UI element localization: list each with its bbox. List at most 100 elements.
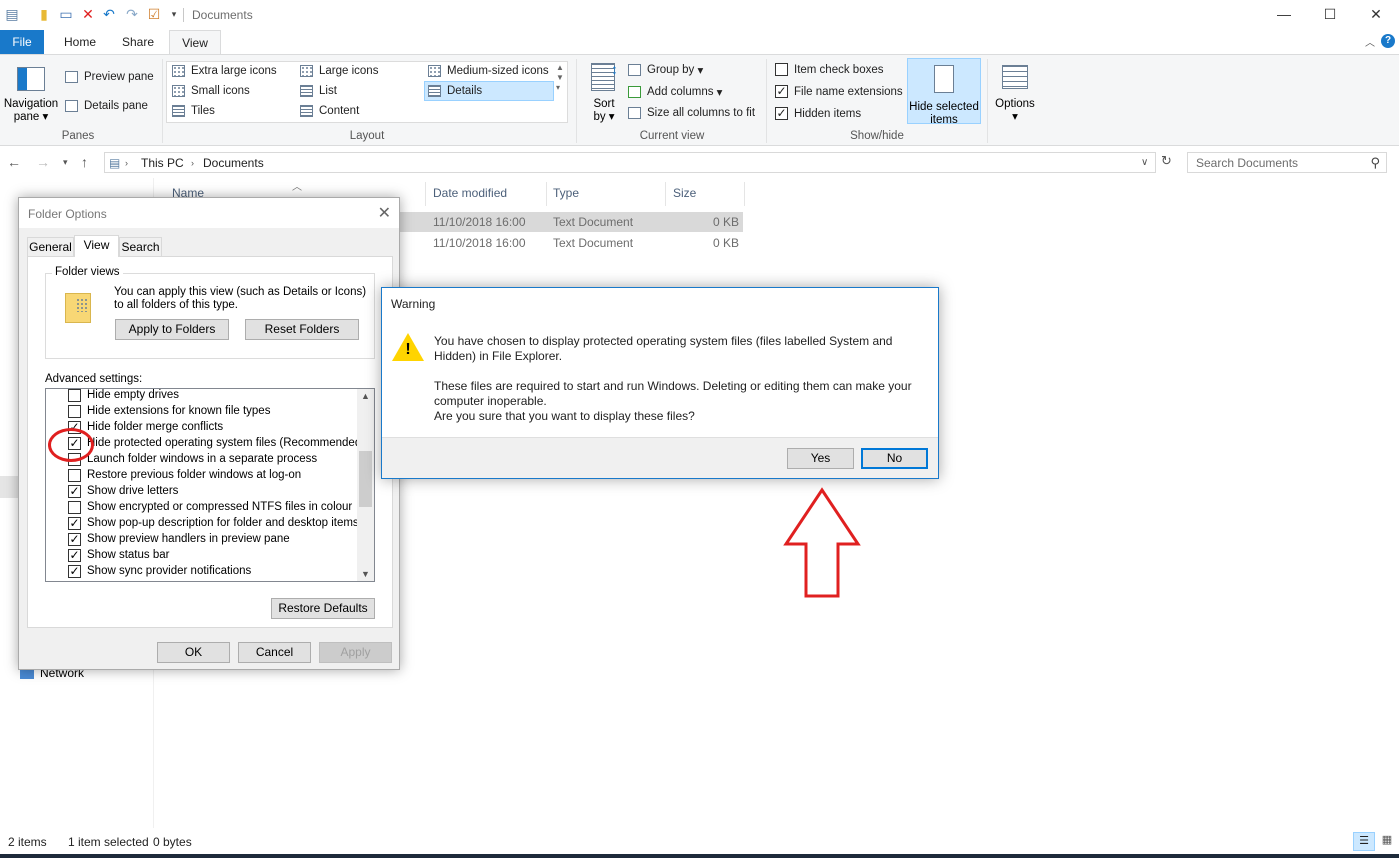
- chevron-right-icon[interactable]: ›: [125, 158, 128, 168]
- restore-defaults-button[interactable]: Restore Defaults: [271, 598, 375, 619]
- customize-toolbar-icon[interactable]: ▾: [166, 6, 182, 22]
- list-item[interactable]: Show sync provider notifications: [68, 563, 251, 579]
- hidden-items-checkbox[interactable]: [775, 107, 788, 120]
- layout-medium-icons[interactable]: Medium-sized icons: [428, 65, 549, 77]
- apply-button[interactable]: Apply: [319, 642, 392, 663]
- setting-checkbox[interactable]: [68, 468, 81, 482]
- list-item[interactable]: Show encrypted or compressed NTFS files …: [68, 499, 352, 515]
- list-item[interactable]: Launch folder windows in a separate proc…: [68, 451, 317, 467]
- undo-icon[interactable]: ↶: [101, 6, 117, 22]
- collapse-ribbon-icon[interactable]: ︿: [1365, 34, 1375, 49]
- setting-checkbox[interactable]: [68, 484, 81, 498]
- close-icon[interactable]: ✕: [378, 203, 391, 223]
- layout-details[interactable]: Details: [428, 85, 482, 97]
- options-button[interactable]: Options ▾: [990, 98, 1040, 124]
- column-separator[interactable]: [744, 182, 745, 206]
- cancel-button[interactable]: Cancel: [238, 642, 311, 663]
- column-header-date[interactable]: Date modified: [433, 186, 507, 200]
- yes-button[interactable]: Yes: [787, 448, 854, 469]
- list-item[interactable]: Hide empty drives: [68, 389, 179, 403]
- search-input[interactable]: Search Documents ⚲: [1187, 152, 1387, 173]
- back-button[interactable]: ←: [7, 154, 21, 170]
- setting-checkbox[interactable]: [68, 548, 81, 562]
- setting-checkbox[interactable]: [68, 564, 81, 578]
- setting-checkbox[interactable]: [68, 500, 81, 514]
- refresh-icon[interactable]: ↻: [1161, 153, 1172, 169]
- rename-icon[interactable]: ▭: [58, 6, 74, 22]
- tab-file[interactable]: File: [0, 30, 44, 54]
- hidden-items-toggle[interactable]: Hidden items: [775, 107, 861, 120]
- list-item[interactable]: Restore previous folder windows at log-o…: [68, 467, 301, 483]
- reset-folders-button[interactable]: Reset Folders: [245, 319, 359, 340]
- scrollbar-thumb[interactable]: [359, 451, 372, 507]
- apply-to-folders-button[interactable]: Apply to Folders: [115, 319, 229, 340]
- list-item-hide-protected-os-files[interactable]: Hide protected operating system files (R…: [68, 435, 365, 451]
- add-columns-button[interactable]: Add columns ▾: [628, 85, 722, 99]
- item-check-boxes-checkbox[interactable]: [775, 63, 788, 76]
- delete-icon[interactable]: ✕: [80, 6, 96, 22]
- tab-share[interactable]: Share: [114, 30, 162, 54]
- address-bar[interactable]: ▤ › This PC › Documents ∨: [104, 152, 1156, 173]
- ok-button[interactable]: OK: [157, 642, 230, 663]
- properties-icon[interactable]: ▤: [4, 6, 20, 22]
- breadcrumb-this-pc[interactable]: This PC: [141, 156, 184, 170]
- column-header-size[interactable]: Size: [673, 186, 696, 200]
- recent-locations-icon[interactable]: ▾: [63, 157, 68, 168]
- new-folder-icon[interactable]: ▮: [36, 6, 52, 22]
- scroll-down-icon[interactable]: ▼: [361, 569, 370, 579]
- navigation-pane-button[interactable]: Navigation pane ▾: [2, 98, 60, 124]
- no-button[interactable]: No: [861, 448, 928, 469]
- tab-view[interactable]: View: [169, 30, 221, 55]
- chevron-right-icon[interactable]: ›: [191, 158, 194, 168]
- setting-checkbox[interactable]: [68, 532, 81, 546]
- setting-checkbox[interactable]: [68, 389, 81, 402]
- address-dropdown-icon[interactable]: ∨: [1141, 157, 1148, 168]
- maximize-button[interactable]: ☐: [1307, 0, 1353, 30]
- close-button[interactable]: ✕: [1353, 0, 1399, 30]
- list-item[interactable]: Show preview handlers in preview pane: [68, 531, 290, 547]
- list-item[interactable]: Hide extensions for known file types: [68, 403, 270, 419]
- layout-content[interactable]: Content: [300, 105, 359, 117]
- details-pane-button[interactable]: Details pane: [65, 100, 148, 112]
- hide-selected-items-button[interactable]: Hide selected items: [907, 58, 981, 126]
- breadcrumb-documents[interactable]: Documents: [203, 156, 264, 170]
- settings-scrollbar[interactable]: ▲ ▼: [357, 389, 374, 581]
- forward-button[interactable]: →: [36, 154, 50, 170]
- scroll-up-icon[interactable]: ▲: [361, 391, 370, 401]
- layout-small-icons[interactable]: Small icons: [172, 85, 250, 97]
- checkbox-icon[interactable]: ☑: [146, 6, 162, 22]
- file-name-extensions-toggle[interactable]: File name extensions: [775, 85, 903, 98]
- list-item[interactable]: Show status bar: [68, 547, 169, 563]
- large-icons-view-icon[interactable]: ▦: [1378, 832, 1396, 851]
- minimize-button[interactable]: —: [1261, 0, 1307, 30]
- column-separator[interactable]: [546, 182, 547, 206]
- sort-by-button[interactable]: Sort by ▾: [590, 98, 618, 124]
- details-view-icon[interactable]: ☰: [1353, 832, 1375, 851]
- redo-icon[interactable]: ↷: [124, 6, 140, 22]
- column-separator[interactable]: [665, 182, 666, 206]
- help-icon[interactable]: ?: [1381, 34, 1395, 48]
- search-icon[interactable]: ⚲: [1370, 155, 1380, 171]
- layout-large-icons[interactable]: Large icons: [300, 65, 378, 77]
- layout-extra-large-icons[interactable]: Extra large icons: [172, 65, 277, 77]
- layout-list[interactable]: List: [300, 85, 337, 97]
- list-item[interactable]: Show pop-up description for folder and d…: [68, 515, 359, 531]
- tab-search[interactable]: Search: [119, 237, 162, 256]
- column-separator[interactable]: [425, 182, 426, 206]
- group-by-button[interactable]: Group by ▾: [628, 63, 703, 77]
- list-item[interactable]: Hide folder merge conflicts: [68, 419, 223, 435]
- file-name-extensions-checkbox[interactable]: [775, 85, 788, 98]
- layout-tiles[interactable]: Tiles: [172, 105, 215, 117]
- item-check-boxes-toggle[interactable]: Item check boxes: [775, 63, 883, 76]
- column-header-type[interactable]: Type: [553, 186, 579, 200]
- tab-view[interactable]: View: [74, 235, 119, 257]
- tab-general[interactable]: General: [27, 237, 74, 256]
- setting-checkbox[interactable]: [68, 404, 81, 418]
- size-all-columns-button[interactable]: Size all columns to fit: [628, 107, 755, 119]
- layout-scroll-icon[interactable]: ▲ ▼ ▾: [556, 63, 564, 93]
- list-item[interactable]: Show drive letters: [68, 483, 178, 499]
- tab-home[interactable]: Home: [56, 30, 104, 54]
- preview-pane-button[interactable]: Preview pane: [65, 71, 154, 83]
- setting-checkbox[interactable]: [68, 516, 81, 530]
- up-button[interactable]: ↑: [81, 154, 88, 170]
